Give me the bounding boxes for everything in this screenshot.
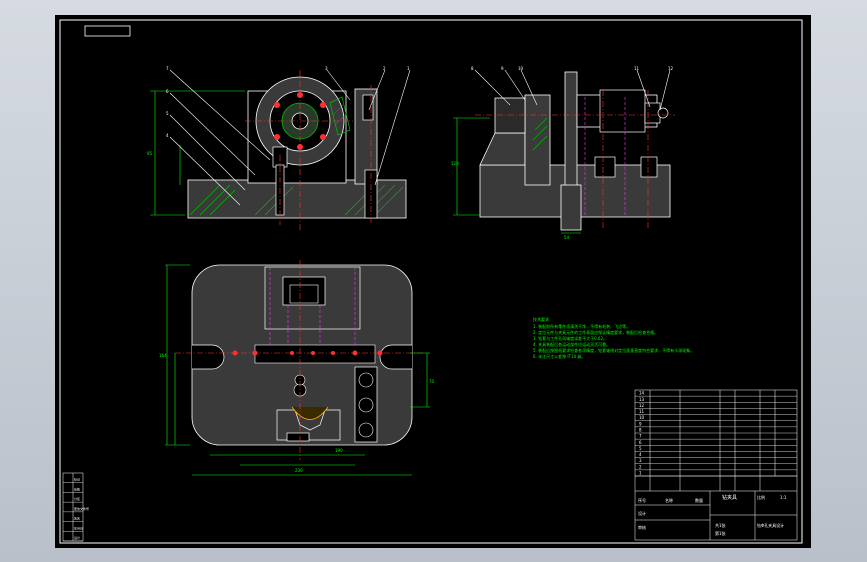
parts-row-number: 1 [639,471,642,476]
designer-label: 设计 [638,510,646,516]
note-line-6: 6. 未注尺寸公差按 IT14 级。 [533,353,585,359]
svg-text:12: 12 [668,66,674,71]
note-line-1: 1. 装配前所有零件须清洗干净，不得有毛刺、飞边等。 [533,323,630,329]
svg-text:9: 9 [501,66,504,71]
top-view: 164 230 190 70 [159,260,435,476]
drawing-code-box [84,25,131,37]
parts-row-number: 6 [639,440,642,445]
revision-row-label: 标记 [74,477,80,482]
parts-row-number: 2 [639,464,642,469]
scale-label: 比例 [757,494,765,500]
side-view: 120 54 8 9 10 11 12 [451,66,675,240]
parts-row-number: 11 [639,409,645,414]
svg-text:6: 6 [166,89,169,94]
dim-height-front: 95 [147,151,153,156]
parts-row-number: 7 [639,434,642,439]
parts-row-number: 12 [639,403,645,408]
parts-row-number: 3 [639,458,642,463]
parts-list: 14131211109 8765432 1 [635,391,797,477]
title-text: 钻夹具 [722,494,737,501]
dim-width-side: 54 [564,235,570,240]
revision-row-label: 更改文件号 [74,506,89,511]
parts-row-number: 4 [639,452,642,457]
parts-row-number: 14 [639,391,645,396]
note-line-2: 2. 定位元件与夹紧元件的工作表面应保证精度要求，装配后检查合格。 [533,329,658,335]
dim-height-side: 120 [451,161,459,166]
checker-label: 审核 [638,524,646,530]
note-line-5: 5. 装配后按图纸要求检查各项精度，钻套轴线对定位面垂直度符合要求，不得有卡滞现… [533,347,694,353]
revision-row-label: 设计 [74,535,80,540]
scale-value: 1:1 [780,495,787,500]
sheet-number: 第1张 [715,530,726,536]
header-name: 名称 [665,497,673,503]
note-line-4: 4. 夹具装配后各运动部件应运动灵活可靠。 [533,341,610,347]
svg-text:4: 4 [166,133,169,138]
parts-row-number: 9 [639,421,642,426]
svg-text:7: 7 [166,66,169,71]
dim-width-top: 230 [295,468,303,473]
note-line-3: 3. 钻套与工件孔同轴度误差不大于0.02。 [533,335,607,341]
subtitle-text: 钻Φ孔夹具设计 [757,522,784,528]
revision-rows: 标记处数分区更改文件号签名年月日设计 [63,477,89,542]
header-qty: 数量 [695,497,703,503]
svg-text:8: 8 [471,66,474,71]
cad-application-window: 95 765 4321 120 54 8 9 10 11 12 164 230 … [0,0,867,562]
revision-row-label: 分区 [74,496,80,501]
drawing-viewport[interactable]: 95 765 4321 120 54 8 9 10 11 12 164 230 … [55,15,811,548]
header-no: 序号 [638,497,646,503]
parts-row-number: 10 [639,415,645,420]
front-view: 95 765 43 2 1 [147,66,411,230]
dim-depth-top: 164 [159,353,167,358]
sheet-count: 共1张 [715,522,726,528]
svg-text:10: 10 [518,66,524,71]
title-block [634,389,798,541]
parts-row-number: 13 [639,397,645,402]
parts-row-number: 8 [639,428,642,433]
revision-row-label: 处数 [74,486,80,491]
revision-row-label: 签名 [74,516,80,521]
revision-row-label: 年月日 [74,525,83,530]
svg-text:2: 2 [383,66,386,71]
technical-notes: 技术要求 1. 装配前所有零件须清洗干净，不得有毛刺、飞边等。 2. 定位元件与… [533,316,694,359]
svg-text:11: 11 [634,66,640,71]
drawing-canvas: 95 765 43 2 1 120 54 8 9 10 11 12 164 23… [59,19,803,544]
svg-text:5: 5 [166,111,169,116]
drawing-border [59,19,803,544]
dim-offset-top: 70 [429,379,435,384]
notes-title: 技术要求 [533,316,549,322]
dim-mid-top: 190 [335,448,343,453]
svg-text:1: 1 [407,66,410,71]
parts-row-number: 5 [639,446,642,451]
